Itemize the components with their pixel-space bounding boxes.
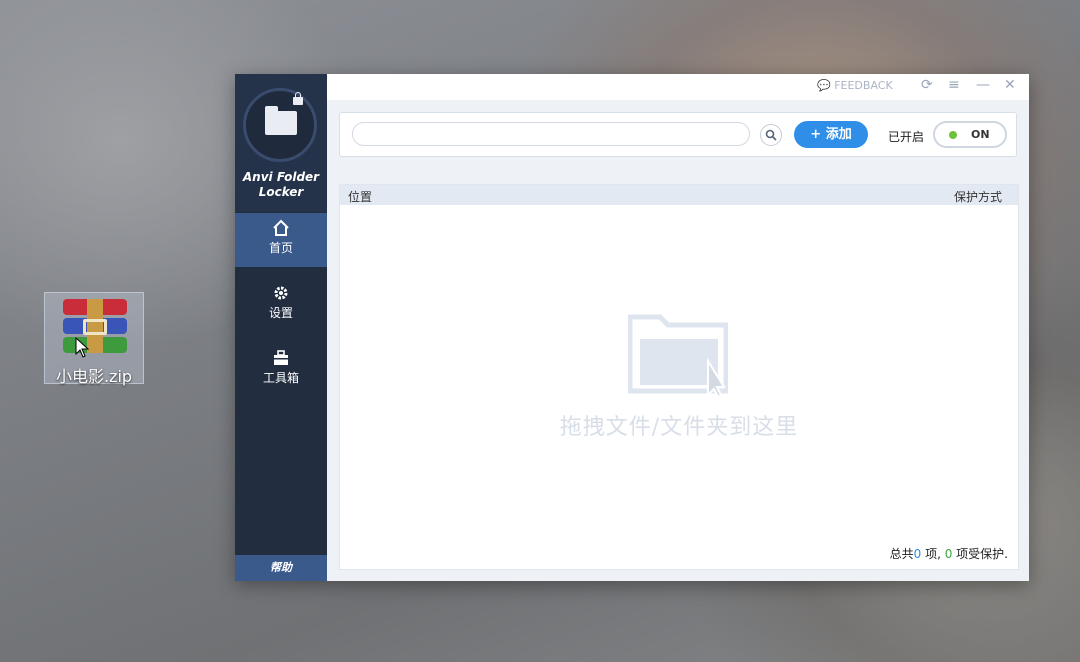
- protection-toggle[interactable]: ON: [933, 121, 1007, 148]
- list-header: 位置 保护方式: [340, 185, 1018, 205]
- sidebar-item-toolbox[interactable]: 工具箱: [235, 343, 327, 397]
- home-icon: [273, 219, 289, 236]
- lock-icon: [293, 92, 303, 105]
- close-icon[interactable]: ✕: [1004, 77, 1016, 93]
- search-button[interactable]: [760, 124, 782, 146]
- add-button[interactable]: + 添加: [794, 121, 868, 148]
- menu-icon[interactable]: ≡: [948, 77, 960, 93]
- winrar-archive-icon: [63, 299, 127, 353]
- protection-status-label: 已开启: [888, 130, 925, 144]
- chat-bubble-icon: 💬: [817, 79, 831, 92]
- logo-area: Anvi Folder Locker: [235, 74, 327, 212]
- search-input[interactable]: [352, 122, 750, 146]
- empty-drop-hint: 拖拽文件/文件夹到这里: [559, 415, 799, 440]
- desktop-file-icon[interactable]: 小电影.zip: [44, 292, 144, 386]
- toolbar-panel: + 添加 已开启 ON: [339, 112, 1017, 157]
- gear-icon: [274, 286, 288, 300]
- mouse-pointer-icon: [75, 337, 90, 358]
- drop-folder-icon: [628, 314, 728, 399]
- desktop-file-label: 小电影.zip: [55, 367, 133, 386]
- protected-items-list[interactable]: 位置 保护方式 拖拽文件/文件夹到这里 总共0 项, 0 项受保护.: [339, 184, 1019, 570]
- sidebar-item-settings[interactable]: 设置: [235, 278, 327, 332]
- column-location: 位置: [348, 190, 373, 204]
- folder-icon: [265, 106, 297, 135]
- sidebar-item-label: 首页: [268, 241, 293, 255]
- help-button[interactable]: 帮助: [235, 555, 327, 581]
- sidebar-item-home[interactable]: 首页: [235, 213, 327, 267]
- toolbox-icon: [274, 350, 288, 365]
- summary-status: 总共0 项, 0 项受保护.: [889, 547, 1008, 561]
- sidebar: Anvi Folder Locker 首页 设置 工具箱 帮助: [235, 74, 327, 581]
- sidebar-item-label: 设置: [268, 306, 293, 320]
- main-panel: 💬 FEEDBACK ⟳ ≡ — ✕ + 添加 已开启 ON 位置 保护方式 拖…: [327, 74, 1029, 581]
- column-protection: 保护方式: [953, 190, 1002, 204]
- minimize-icon[interactable]: —: [976, 77, 990, 93]
- feedback-button[interactable]: 💬 FEEDBACK: [817, 79, 893, 92]
- title-bar: 💬 FEEDBACK ⟳ ≡ — ✕: [327, 74, 1029, 100]
- status-dot-icon: [949, 131, 957, 139]
- app-name: Anvi Folder Locker: [242, 170, 320, 199]
- refresh-icon[interactable]: ⟳: [921, 77, 933, 93]
- app-window: Anvi Folder Locker 首页 设置 工具箱 帮助 💬 FEEDBA…: [235, 74, 1029, 581]
- plus-icon: +: [810, 127, 822, 142]
- app-logo: [243, 88, 317, 162]
- search-icon: [765, 129, 777, 141]
- sidebar-item-label: 工具箱: [262, 371, 299, 385]
